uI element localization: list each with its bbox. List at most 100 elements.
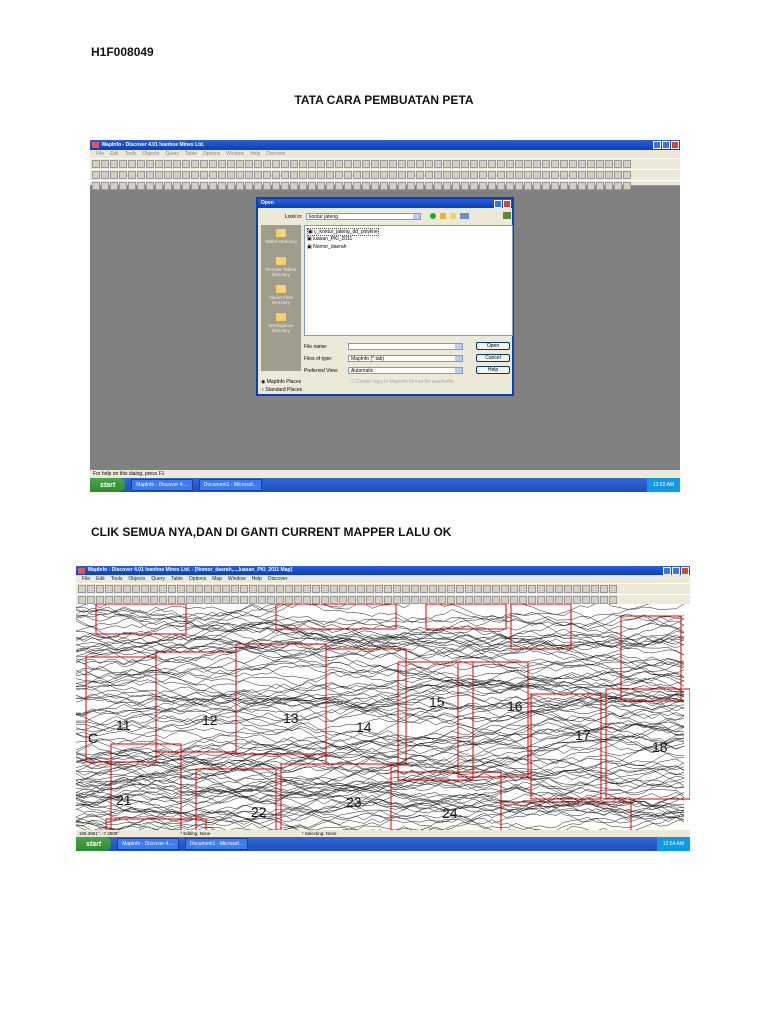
toolbar-button[interactable]	[191, 171, 199, 179]
toolbar-button[interactable]	[591, 596, 599, 604]
toolbar-button[interactable]	[123, 585, 131, 593]
toolbar-button[interactable]	[105, 585, 113, 593]
toolbar-button[interactable]	[587, 171, 595, 179]
toolbar-button[interactable]	[564, 596, 572, 604]
toolbar-button[interactable]	[411, 596, 419, 604]
toolbar-button[interactable]	[600, 596, 608, 604]
toolbar-button[interactable]	[114, 585, 122, 593]
toolbar-button[interactable]	[114, 596, 122, 604]
toolbar-button[interactable]	[128, 160, 136, 168]
copy-checkbox[interactable]: ☐ Create copy in MapInfo format for read…	[350, 379, 454, 385]
toolbar-button[interactable]	[285, 585, 293, 593]
toolbar-button[interactable]	[600, 585, 608, 593]
toolbar-button[interactable]	[528, 596, 536, 604]
toolbar-button[interactable]	[569, 182, 577, 190]
toolbar-button[interactable]	[366, 596, 374, 604]
toolbar-button[interactable]	[267, 585, 275, 593]
toolbar-button[interactable]	[123, 596, 131, 604]
toolbar-button[interactable]	[245, 182, 253, 190]
toolbar-button[interactable]	[389, 171, 397, 179]
toolbar-button[interactable]	[299, 171, 307, 179]
toolbar-button[interactable]	[96, 585, 104, 593]
menu-item[interactable]: Options	[203, 151, 220, 157]
toolbar-button[interactable]	[497, 182, 505, 190]
toolbar-button[interactable]	[101, 182, 109, 190]
toolbar-button[interactable]	[488, 171, 496, 179]
toolbar-button[interactable]	[605, 171, 613, 179]
toolbar-button[interactable]	[263, 182, 271, 190]
toolbar-button[interactable]	[245, 171, 253, 179]
toolbar-button[interactable]	[398, 171, 406, 179]
menu-item[interactable]: Discover	[266, 151, 285, 157]
toolbar-button[interactable]	[119, 171, 127, 179]
toolbar-button[interactable]	[542, 182, 550, 190]
toolbar-button[interactable]	[191, 160, 199, 168]
toolbar-button[interactable]	[348, 596, 356, 604]
toolbar-button[interactable]	[371, 160, 379, 168]
toolbar-button[interactable]	[605, 182, 613, 190]
toolbar-button[interactable]	[465, 596, 473, 604]
toolbar-button[interactable]	[218, 171, 226, 179]
toolbar-button[interactable]	[132, 585, 140, 593]
toolbar-button[interactable]	[101, 171, 109, 179]
toolbar-button[interactable]	[425, 160, 433, 168]
toolbar-button[interactable]	[258, 585, 266, 593]
toolbar-button[interactable]	[96, 596, 104, 604]
toolbar-button[interactable]	[272, 182, 280, 190]
toolbar-button[interactable]	[506, 160, 514, 168]
toolbar-button[interactable]	[596, 171, 604, 179]
toolbar-button[interactable]	[519, 596, 527, 604]
toolbar-button[interactable]	[470, 160, 478, 168]
toolbar-button[interactable]	[299, 160, 307, 168]
toolbar-button[interactable]	[515, 160, 523, 168]
toolbar-button[interactable]	[470, 182, 478, 190]
toolbar-button[interactable]	[452, 171, 460, 179]
toolbar-button[interactable]	[240, 585, 248, 593]
toolbar-button[interactable]	[344, 182, 352, 190]
toolbar-button[interactable]	[204, 585, 212, 593]
toolbar-button[interactable]	[155, 182, 163, 190]
toolbar-button[interactable]	[416, 171, 424, 179]
start-button[interactable]: start	[90, 478, 126, 492]
toolbar-button[interactable]	[249, 585, 257, 593]
toolbar-button[interactable]	[416, 160, 424, 168]
toolbar-button[interactable]	[326, 182, 334, 190]
toolbar-button[interactable]	[272, 160, 280, 168]
toolbar-button[interactable]	[443, 160, 451, 168]
toolbar-button[interactable]	[533, 171, 541, 179]
toolbar-button[interactable]	[128, 182, 136, 190]
toolbar-button[interactable]	[236, 160, 244, 168]
toolbar-button[interactable]	[267, 596, 275, 604]
file-item[interactable]: ▣ Nomor_daerah	[307, 244, 346, 250]
toolbar-button[interactable]	[263, 171, 271, 179]
toolbar-button[interactable]	[218, 182, 226, 190]
toolbar-button[interactable]	[573, 585, 581, 593]
look-in-select[interactable]: kontur jateng	[306, 213, 421, 220]
toolbar-button[interactable]	[92, 160, 100, 168]
toolbar-button[interactable]	[515, 171, 523, 179]
toolbar-button[interactable]	[596, 182, 604, 190]
menu-item[interactable]: Query	[165, 151, 179, 157]
toolbar-button[interactable]	[299, 182, 307, 190]
toolbar-button[interactable]	[555, 585, 563, 593]
toolbar-button[interactable]	[254, 160, 262, 168]
toolbar-button[interactable]	[182, 160, 190, 168]
back-icon[interactable]	[430, 213, 436, 219]
open-button[interactable]: Open	[476, 342, 510, 350]
menu-item[interactable]: Discover	[268, 576, 287, 582]
toolbar-button[interactable]	[461, 160, 469, 168]
toolbar-button[interactable]	[182, 182, 190, 190]
place-workspaces[interactable]: Workspaces Directory	[261, 313, 301, 333]
toolbar-button[interactable]	[461, 182, 469, 190]
toolbar-button[interactable]	[551, 160, 559, 168]
toolbar-button[interactable]	[186, 585, 194, 593]
toolbar-button[interactable]	[146, 160, 154, 168]
minimize-button[interactable]	[653, 141, 661, 149]
menu-item[interactable]: Table	[185, 151, 197, 157]
toolbar-button[interactable]	[339, 596, 347, 604]
toolbar-button[interactable]	[272, 171, 280, 179]
toolbar-button[interactable]	[200, 160, 208, 168]
toolbar-button[interactable]	[384, 596, 392, 604]
toolbar-button[interactable]	[582, 585, 590, 593]
menu-item[interactable]: Tools	[111, 576, 123, 582]
